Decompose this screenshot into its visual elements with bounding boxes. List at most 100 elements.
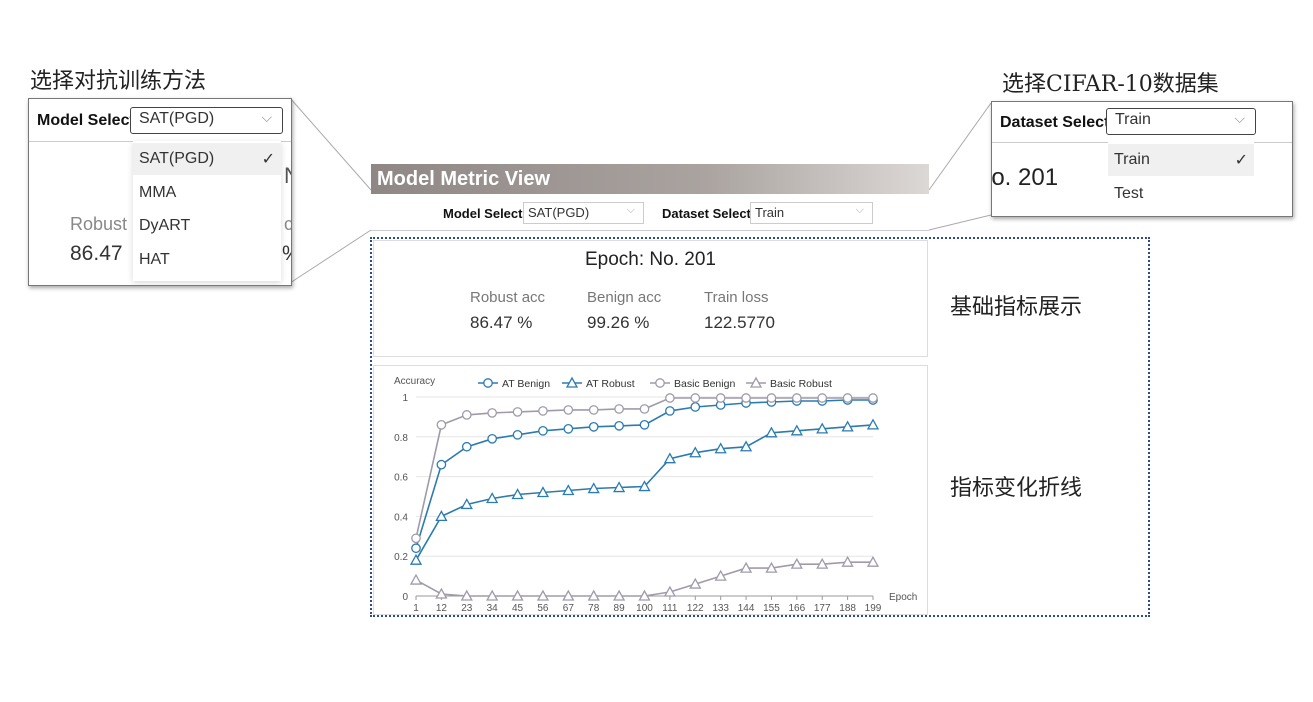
y-tick-label: 1 [402,393,408,404]
data-point [538,406,548,416]
window-title: Model Metric View [371,164,929,194]
connector-line [928,102,992,191]
data-point [436,459,447,470]
option-label: Test [1114,185,1144,202]
data-point [639,404,650,414]
data-point [739,440,753,452]
background-robust-label: Robust [70,214,128,234]
data-point [690,402,701,412]
accuracy-chart-card: 0 0.2 0.4 0.6 0.8 1 1 12 23 34 45 56 67 78 89 100 111 122… [373,365,928,615]
data-point [411,543,421,554]
y-tick-label: 0.8 [394,433,408,444]
x-tick-label: 56 [537,603,549,614]
x-tick-label: 34 [487,603,499,614]
option-label: DyART [139,217,191,234]
connector-line [289,97,372,191]
dataset-select-label: Dataset Select [662,206,751,221]
benign-acc-label: Benign acc [587,289,662,306]
data-point [766,393,777,403]
x-tick-label: 1 [413,603,419,614]
toolbar: Model Select SAT(PGD) ⌵ Dataset Select T… [371,194,929,231]
dataset-select[interactable]: Train ⌵ [1106,108,1256,135]
chevron-down-icon: ⌵ [855,204,864,216]
data-point [791,393,802,403]
data-point [842,393,853,403]
data-point [715,393,726,403]
dataset-select-value: Train [755,205,785,220]
chevron-down-icon: ⌵ [1234,110,1245,126]
accuracy-chart: 0 0.2 0.4 0.6 0.8 1 1 12 23 34 45 56 67 78 89 100 111 122… [394,376,917,614]
benign-acc-value: 99.26 % [587,313,650,332]
dataset-select-value: Train [1115,111,1151,128]
legend-label: Basic Benign [674,378,735,390]
y-axis-label: Accuracy [394,376,435,387]
model-select-label: Model Select [443,206,523,221]
x-tick-label: 155 [763,603,780,614]
data-point [868,393,878,403]
dropdown-option-mma[interactable]: MMA [133,177,281,209]
data-point [512,429,523,440]
data-point [665,393,675,403]
connector-line [289,229,372,284]
x-tick-label: 188 [839,603,856,614]
y-tick-label: 0 [402,592,408,603]
x-tick-label: 144 [738,603,755,614]
legend-label: AT Robust [586,378,635,390]
data-point [512,407,523,417]
x-tick-label: 199 [865,603,882,614]
x-tick-label: 12 [436,603,448,614]
option-label: MMA [139,184,177,201]
data-point [690,393,701,403]
background-epoch-partial: lo. 201 [991,164,1059,191]
x-tick-label: 100 [636,603,653,614]
data-point [461,441,472,452]
y-tick-label: 0.4 [394,512,408,523]
y-tick-label: 0.6 [394,473,408,484]
model-select-label: Model Select [37,112,135,129]
data-point [563,423,574,434]
metrics-card: Epoch: No. 201 Robust acc 86.47 % Benign… [373,240,928,357]
x-tick-label: 89 [614,603,626,614]
x-axis-label: Epoch [889,592,917,603]
dropdown-option-hat[interactable]: HAT [133,244,281,276]
data-point [588,405,599,415]
data-point [639,420,650,430]
x-tick-label: 166 [788,603,805,614]
legend-marker [483,378,493,388]
robust-acc-value: 86.47 % [470,313,533,332]
x-tick-label: 45 [512,603,524,614]
dropdown-option-train[interactable]: Train ✓ [1108,144,1254,176]
dropdown-option-dyart[interactable]: DyART [133,210,281,242]
model-select[interactable]: SAT(PGD) ⌵ [130,107,283,134]
connector-line [928,214,992,231]
x-tick-label: 133 [712,603,729,614]
x-tick-label: 122 [687,603,704,614]
chevron-down-icon: ⌵ [626,204,635,216]
dataset-select[interactable]: Train ⌵ [750,202,873,224]
check-icon: ✓ [261,151,275,168]
y-tick-label: 0.2 [394,552,408,563]
dropdown-option-test[interactable]: Test [1108,178,1254,210]
model-select[interactable]: SAT(PGD) ⌵ [523,202,644,224]
train-loss-value: 122.5770 [704,313,775,332]
model-select-value: SAT(PGD) [139,110,215,127]
data-point [538,425,548,436]
epoch-title: Epoch: No. 201 [585,249,716,270]
data-point [741,393,751,403]
legend-label: AT Benign [502,378,550,390]
data-point [665,406,675,416]
data-point [436,420,447,430]
option-label: SAT(PGD) [139,150,215,167]
model-dropdown-menu: SAT(PGD) ✓ MMA DyART HAT [133,141,281,281]
model-dropdown-zoom: Model Select SAT(PGD) ⌵ N Robust 86.47 c… [28,98,292,286]
dropdown-option-sat-pgd[interactable]: SAT(PGD) ✓ [133,143,281,175]
data-point [563,405,574,415]
x-tick-label: 177 [814,603,831,614]
data-point [614,404,624,414]
series-line-basic-benign [415,397,873,539]
legend-label: Basic Robust [770,378,832,390]
dataset-dropdown-zoom: Dataset Select Train ⌵ lo. 201 Train ✓ T… [991,101,1293,217]
robust-acc-label: Robust acc [470,289,546,306]
background-robust-value: 86.47 [70,242,123,265]
data-point [409,573,423,585]
